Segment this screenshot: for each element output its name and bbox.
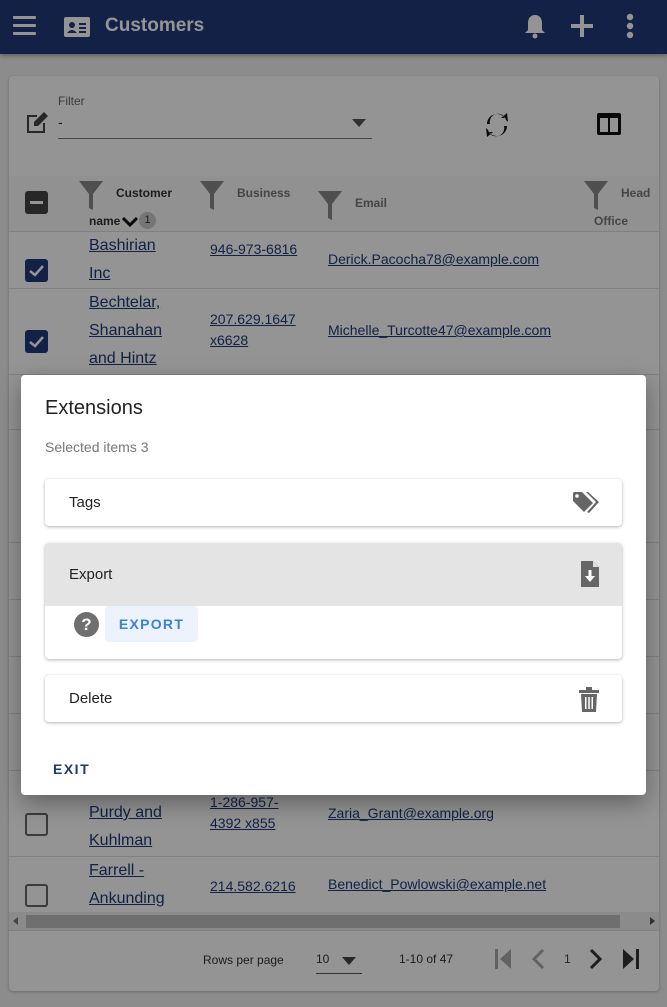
extension-delete[interactable]: Delete bbox=[45, 675, 622, 722]
dialog-title: Extensions bbox=[45, 397, 143, 419]
selected-items-count: Selected items 3 bbox=[45, 439, 149, 455]
file-download-icon bbox=[581, 561, 599, 587]
extension-delete-header[interactable]: Delete bbox=[45, 675, 622, 722]
extension-export[interactable]: Export ? EXPORT bbox=[45, 543, 622, 659]
trash-icon bbox=[579, 687, 599, 712]
extension-tags[interactable]: Tags bbox=[45, 479, 622, 526]
help-icon[interactable]: ? bbox=[74, 612, 99, 637]
tags-icon bbox=[573, 492, 599, 513]
extension-tags-header[interactable]: Tags bbox=[45, 479, 622, 526]
extensions-dialog: Extensions Selected items 3 Tags Export … bbox=[21, 375, 646, 795]
extension-label: Delete bbox=[69, 690, 113, 707]
extension-export-header[interactable]: Export bbox=[45, 543, 622, 606]
exit-button[interactable]: EXIT bbox=[53, 761, 90, 777]
extension-label: Export bbox=[69, 566, 113, 583]
export-button[interactable]: EXPORT bbox=[105, 606, 198, 642]
extension-label: Tags bbox=[69, 494, 101, 511]
extension-export-body: ? EXPORT bbox=[45, 606, 622, 659]
